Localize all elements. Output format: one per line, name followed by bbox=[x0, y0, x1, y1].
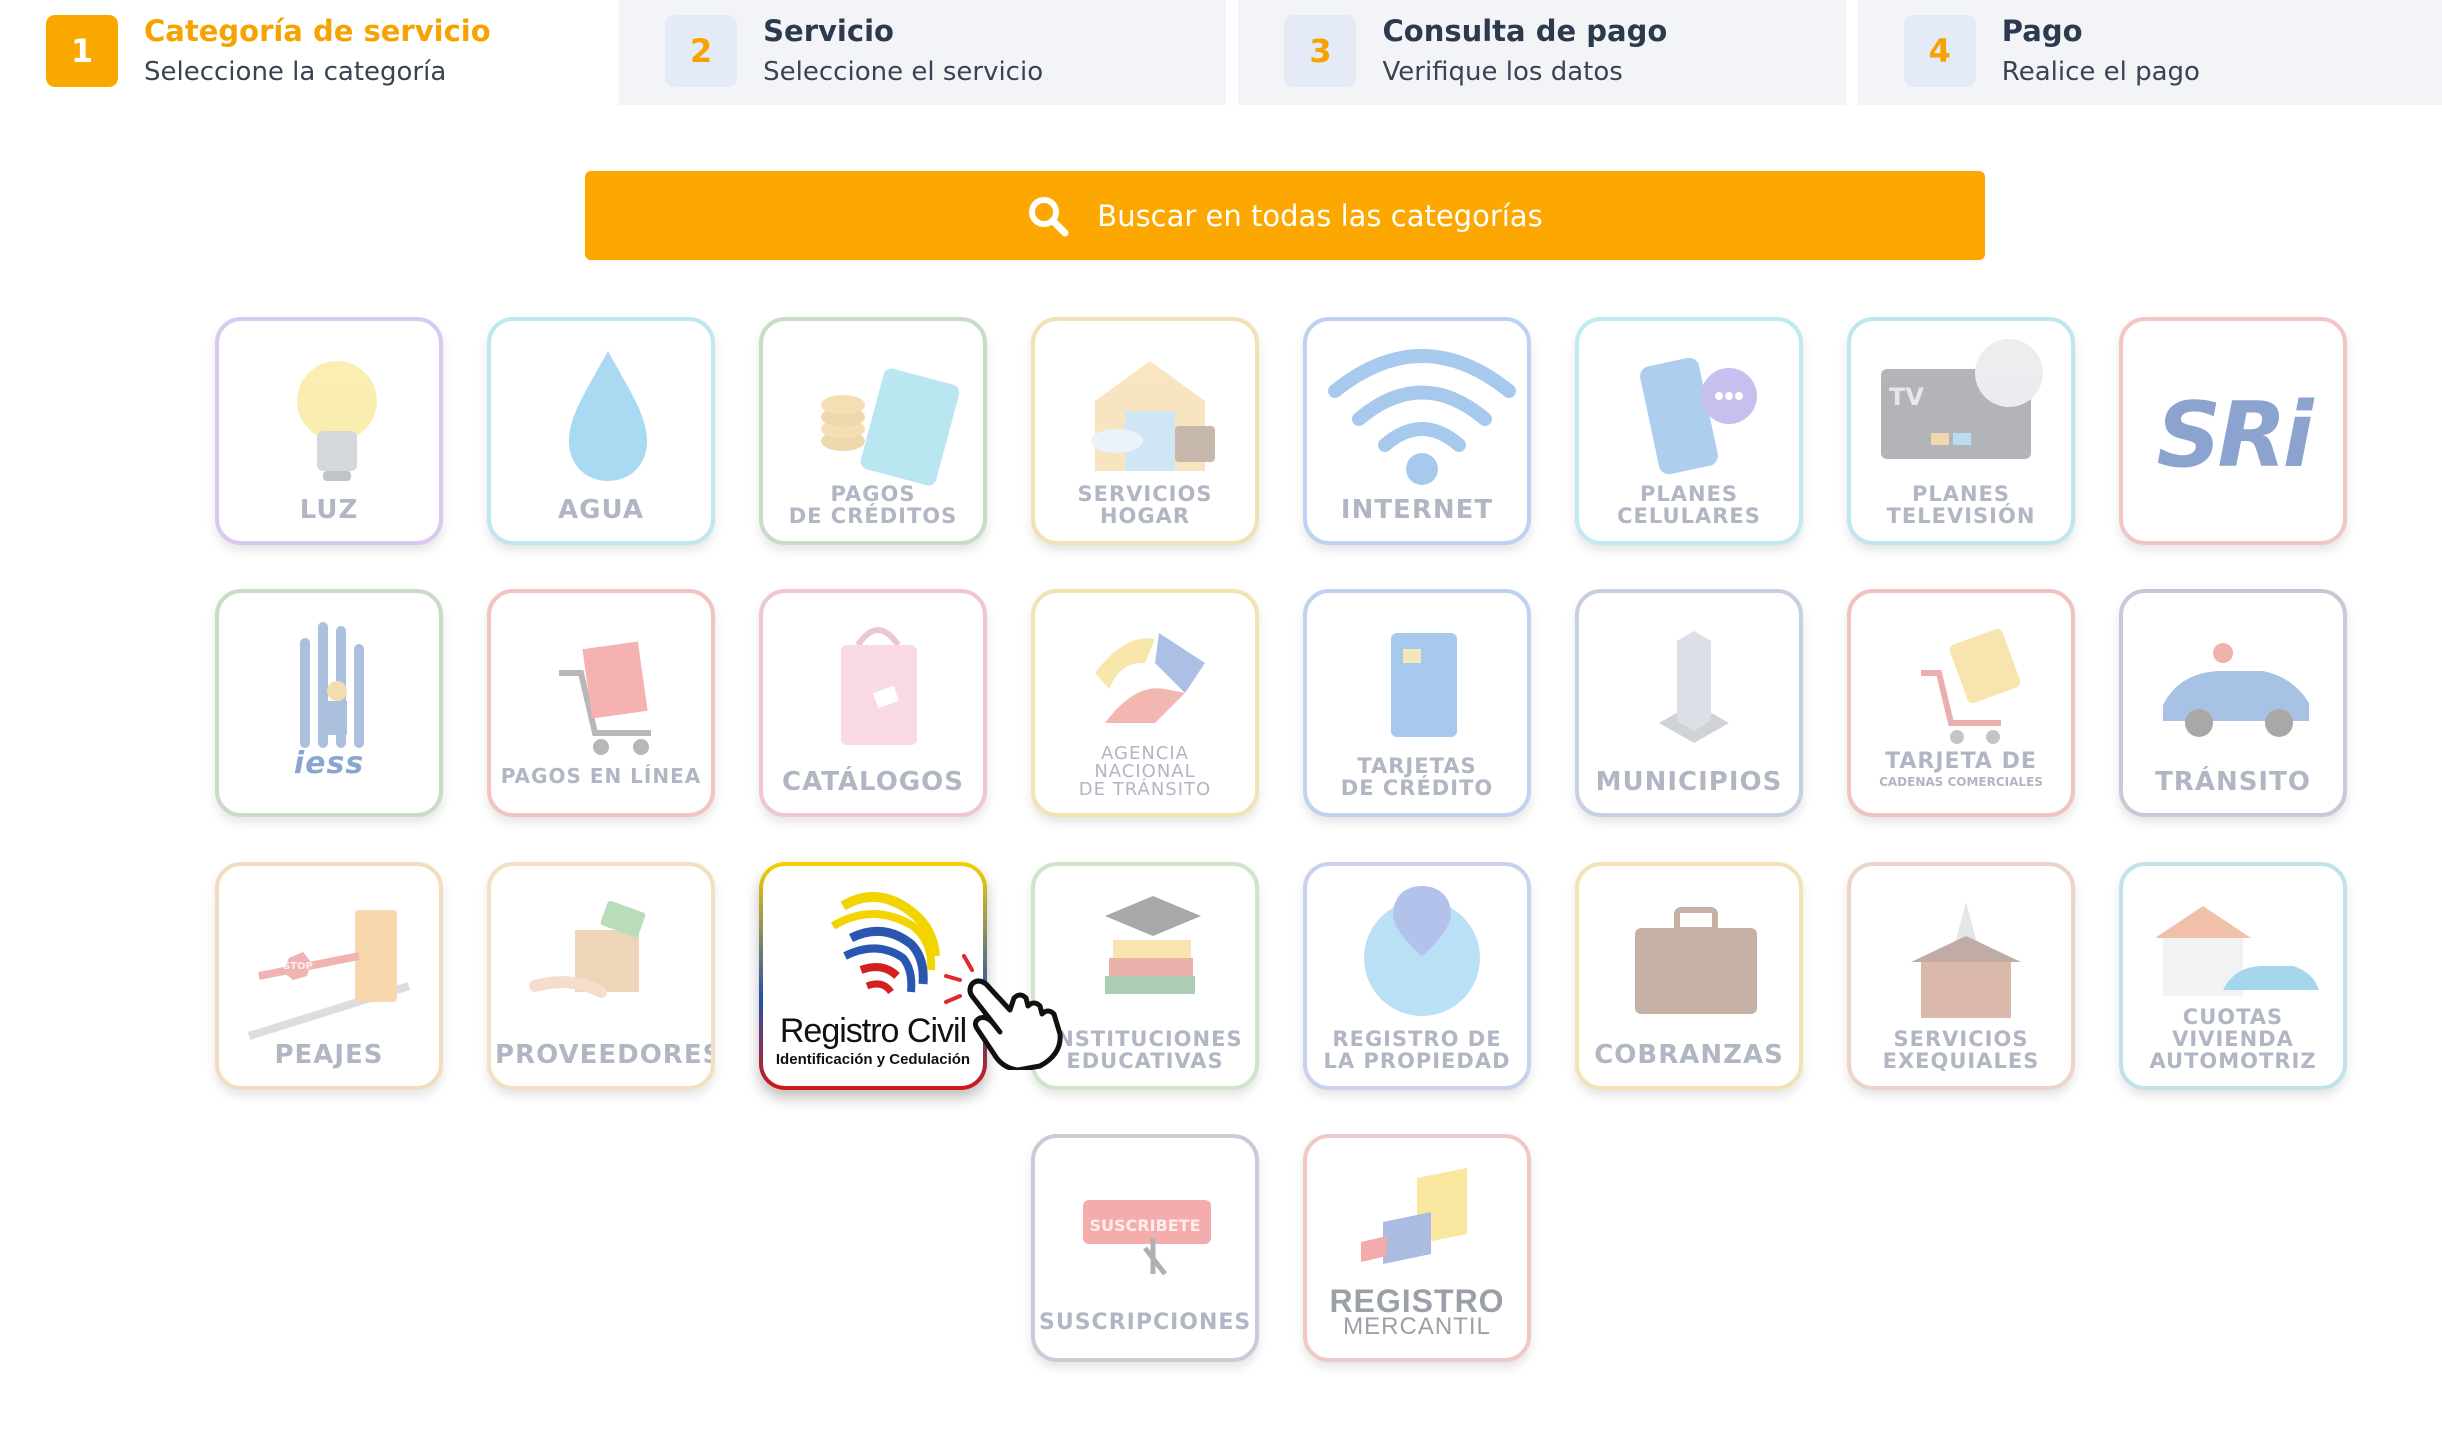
category-label: REGISTRO DE LA PROPIEDAD bbox=[1323, 1027, 1511, 1073]
category-label: SERVICIOS HOGAR bbox=[1077, 482, 1213, 528]
category-servicios-exequiales[interactable]: SERVICIOS EXEQUIALES bbox=[1847, 862, 2075, 1090]
step-number: 2 bbox=[665, 15, 738, 87]
category-luz[interactable]: LUZ bbox=[215, 317, 443, 545]
category-catalogos[interactable]: CATÁLOGOS bbox=[759, 589, 987, 817]
search-placeholder: Buscar en todas las categorías bbox=[1097, 198, 1543, 233]
category-label: REGISTRO bbox=[1329, 1283, 1505, 1319]
step-subtitle: Realice el pago bbox=[2001, 57, 2200, 87]
step-title: Categoría de servicio bbox=[144, 14, 491, 48]
category-cuotas-vivienda[interactable]: CUOTAS VIVIENDA AUTOMOTRIZ bbox=[2119, 862, 2347, 1090]
category-label: TRÁNSITO bbox=[2155, 767, 2311, 797]
category-cobranzas[interactable]: COBRANZAS bbox=[1575, 862, 1803, 1090]
sri-logo: SRi bbox=[2156, 383, 2314, 488]
category-internet[interactable]: INTERNET bbox=[1303, 317, 1531, 545]
category-label: CATÁLOGOS bbox=[782, 767, 964, 797]
category-peajes[interactable]: STOP PEAJES bbox=[215, 862, 443, 1090]
category-label: AGENCIA NACIONAL DE TRÁNSITO bbox=[1078, 743, 1212, 800]
step-consulta[interactable]: 3 Consulta de pago Verifique los datos bbox=[1238, 0, 1846, 105]
step-subtitle: Seleccione el servicio bbox=[763, 57, 1044, 87]
category-label: iess bbox=[293, 746, 365, 781]
category-tarjeta-cadenas[interactable]: TARJETA DE CADENAS COMERCIALES bbox=[1847, 589, 2075, 817]
category-planes-celulares[interactable]: PLANES CELULARES bbox=[1575, 317, 1803, 545]
category-label: TARJETAS DE CRÉDITO bbox=[1340, 754, 1494, 800]
category-planes-television[interactable]: TV PLANES TELEVISIÓN bbox=[1847, 317, 2075, 545]
category-servicios-hogar[interactable]: SERVICIOS HOGAR bbox=[1031, 317, 1259, 545]
category-pagos-en-linea[interactable]: PAGOS EN LÍNEA bbox=[487, 589, 715, 817]
category-label: PROVEEDORES bbox=[495, 1040, 715, 1070]
category-label: MUNICIPIOS bbox=[1595, 767, 1783, 797]
category-label: PAGOS DE CRÉDITOS bbox=[788, 482, 958, 528]
category-suscripciones[interactable]: SUSCRIBETE SUSCRIPCIONES bbox=[1031, 1134, 1259, 1362]
category-municipios[interactable]: MUNICIPIOS bbox=[1575, 589, 1803, 817]
category-label: PLANES CELULARES bbox=[1617, 482, 1761, 528]
category-pagos-creditos[interactable]: PAGOS DE CRÉDITOS bbox=[759, 317, 987, 545]
stop-sign-text: STOP bbox=[283, 961, 313, 972]
category-iess[interactable]: iess bbox=[215, 589, 443, 817]
category-label: LUZ bbox=[299, 495, 359, 525]
step-servicio[interactable]: 2 Servicio Seleccione el servicio bbox=[619, 0, 1227, 105]
category-sri[interactable]: SRi bbox=[2119, 317, 2347, 545]
category-registro-mercantil[interactable]: REGISTRO MERCANTIL bbox=[1303, 1134, 1531, 1362]
category-label: SERVICIOS EXEQUIALES bbox=[1882, 1027, 2040, 1073]
step-number: 4 bbox=[1903, 15, 1976, 87]
category-transito[interactable]: TRÁNSITO bbox=[2119, 589, 2347, 817]
step-title: Consulta de pago bbox=[1382, 14, 1668, 48]
step-pago[interactable]: 4 Pago Realice el pago bbox=[1857, 0, 2442, 105]
step-subtitle: Seleccione la categoría bbox=[144, 57, 447, 87]
category-label: COBRANZAS bbox=[1594, 1040, 1784, 1070]
step-categoria[interactable]: 1 Categoría de servicio Seleccione la ca… bbox=[0, 0, 612, 105]
category-registro-propiedad[interactable]: REGISTRO DE LA PROPIEDAD bbox=[1303, 862, 1531, 1090]
category-label: INTERNET bbox=[1340, 495, 1494, 525]
category-label: AGUA bbox=[558, 495, 644, 525]
category-label: PLANES TELEVISIÓN bbox=[1886, 482, 2036, 528]
search-bar[interactable]: Buscar en todas las categorías bbox=[585, 171, 1985, 260]
step-title: Servicio bbox=[763, 14, 894, 48]
category-ant[interactable]: AGENCIA NACIONAL DE TRÁNSITO bbox=[1031, 589, 1259, 817]
step-number: 1 bbox=[46, 15, 118, 87]
category-label: PAGOS EN LÍNEA bbox=[500, 764, 702, 788]
category-label: PEAJES bbox=[274, 1040, 384, 1070]
category-proveedores[interactable]: PROVEEDORES bbox=[487, 862, 715, 1090]
category-agua[interactable]: AGUA bbox=[487, 317, 715, 545]
step-number: 3 bbox=[1284, 15, 1357, 87]
category-label: SUSCRIPCIONES bbox=[1039, 1310, 1252, 1335]
category-sublabel: MERCANTIL bbox=[1343, 1313, 1491, 1340]
subscribe-badge: SUSCRIBETE bbox=[1089, 1216, 1201, 1235]
stepper: 1 Categoría de servicio Seleccione la ca… bbox=[0, 0, 2442, 105]
category-sublabel: CADENAS COMERCIALES bbox=[1879, 775, 2043, 789]
hand-pointer-icon bbox=[944, 954, 1063, 1070]
category-tarjetas-credito[interactable]: TARJETAS DE CRÉDITO bbox=[1303, 589, 1531, 817]
category-label: CUOTAS VIVIENDA AUTOMOTRIZ bbox=[2149, 1005, 2317, 1073]
step-title: Pago bbox=[2001, 14, 2083, 48]
step-subtitle: Verifique los datos bbox=[1382, 57, 1623, 87]
search-icon bbox=[1029, 196, 1069, 236]
tv-badge: TV bbox=[1889, 383, 1924, 411]
